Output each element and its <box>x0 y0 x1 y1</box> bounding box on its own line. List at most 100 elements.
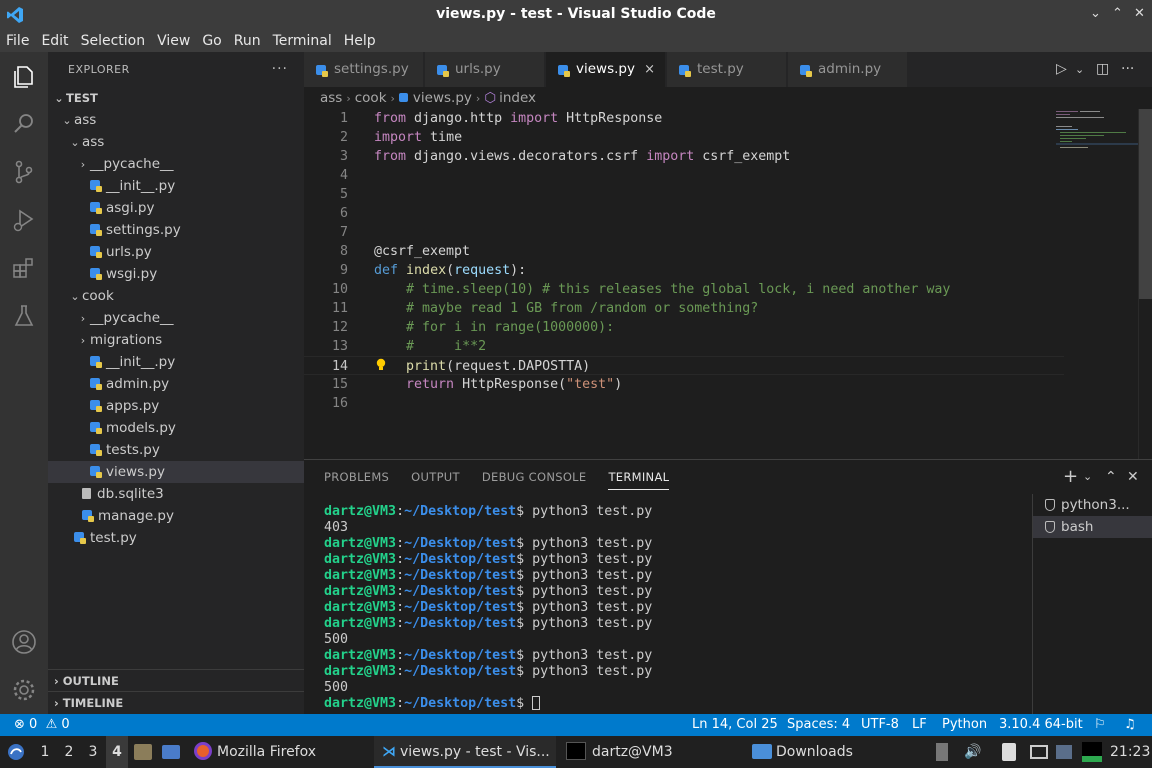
terminal-item-bash[interactable]: bash <box>1033 516 1152 538</box>
python-interpreter[interactable]: 3.10.4 64-bit <box>999 714 1083 736</box>
workspace-4[interactable]: 4 <box>106 736 128 768</box>
tree-file[interactable]: asgi.py <box>48 197 304 219</box>
code-line[interactable]: 16 <box>304 394 1064 413</box>
start-menu-icon[interactable] <box>6 736 28 768</box>
tab-test-py[interactable]: test.py <box>667 52 787 87</box>
settings-gear-icon[interactable] <box>10 676 38 704</box>
code-line[interactable]: 1 from django.http import HttpResponse <box>304 109 1064 128</box>
volume-icon[interactable]: 🔊 <box>964 736 984 768</box>
tree-file[interactable]: settings.py <box>48 219 304 241</box>
explorer-more-actions-button[interactable]: ··· <box>272 52 288 87</box>
tab-settings-py[interactable]: settings.py <box>304 52 424 87</box>
search-icon[interactable] <box>10 110 38 138</box>
editor-vertical-scrollbar[interactable] <box>1138 109 1152 459</box>
language-mode[interactable]: Python <box>942 714 987 736</box>
file-manager-launcher-icon[interactable] <box>134 736 156 768</box>
network-icon[interactable] <box>1030 736 1050 768</box>
maximize-panel-icon[interactable]: ⌃ <box>1105 460 1117 494</box>
workspace-1[interactable]: 1 <box>34 736 56 768</box>
tree-file[interactable]: __init__.py <box>48 351 304 373</box>
minimize-button[interactable]: ⌄ <box>1090 6 1101 21</box>
menu-run[interactable]: Run <box>228 33 267 49</box>
menu-selection[interactable]: Selection <box>75 33 152 49</box>
tree-folder[interactable]: ⌄ cook <box>48 285 304 307</box>
timeline-section-header[interactable]: › TIMELINE <box>48 691 304 713</box>
tab-admin-py[interactable]: admin.py <box>788 52 908 87</box>
code-line[interactable]: 5 <box>304 185 1064 204</box>
tree-folder[interactable]: ⌄ ass <box>48 131 304 153</box>
tree-folder[interactable]: ⌄ ass <box>48 109 304 131</box>
code-line[interactable]: 8 @csrf_exempt <box>304 242 1064 261</box>
menu-view[interactable]: View <box>151 33 196 49</box>
explorer-icon[interactable] <box>10 62 38 90</box>
menu-file[interactable]: File <box>0 33 35 49</box>
encoding-status[interactable]: UTF-8 <box>861 714 899 736</box>
code-line[interactable]: 13 # i**2 <box>304 337 1064 356</box>
close-panel-icon[interactable]: ✕ <box>1127 460 1139 494</box>
code-line[interactable]: 10 # time.sleep(10) # this releases the … <box>304 280 1064 299</box>
terminal-dropdown-icon[interactable]: ⌄ <box>1083 460 1092 494</box>
tree-file[interactable]: test.py <box>48 527 304 549</box>
scrollbar-thumb[interactable] <box>1139 109 1152 299</box>
menu-help[interactable]: Help <box>338 33 382 49</box>
feedback-icon[interactable]: ⚐ <box>1094 714 1106 736</box>
tree-file[interactable]: models.py <box>48 417 304 439</box>
tree-file[interactable]: apps.py <box>48 395 304 417</box>
tree-folder[interactable]: › migrations <box>48 329 304 351</box>
tree-folder[interactable]: › __pycache__ <box>48 153 304 175</box>
tab-output[interactable]: OUTPUT <box>411 460 460 494</box>
menu-edit[interactable]: Edit <box>35 33 74 49</box>
tab-terminal[interactable]: TERMINAL <box>608 460 670 494</box>
code-line[interactable]: 4 <box>304 166 1064 185</box>
tree-file[interactable]: tests.py <box>48 439 304 461</box>
minimap[interactable] <box>1056 109 1138 169</box>
workspace-3[interactable]: 3 <box>82 736 104 768</box>
terminal-output[interactable]: dartz@VM3:~/Desktop/test$ python3 test.p… <box>324 504 1024 712</box>
tab-problems[interactable]: PROBLEMS <box>324 460 389 494</box>
tree-file[interactable]: __init__.py <box>48 175 304 197</box>
run-python-file-icon[interactable]: ▷ <box>1056 52 1067 87</box>
taskbar-app-vscode[interactable]: ⋊ views.py - test - Vis... <box>374 736 556 768</box>
tab-urls-py[interactable]: urls.py <box>425 52 545 87</box>
code-line[interactable]: 7 <box>304 223 1064 242</box>
tab-debug-console[interactable]: DEBUG CONSOLE <box>482 460 587 494</box>
taskbar-app-firefox[interactable]: Mozilla Firefox <box>194 736 364 768</box>
tree-file[interactable]: views.py <box>48 461 304 483</box>
close-window-button[interactable]: ✕ <box>1134 6 1145 21</box>
taskbar-app-terminal[interactable]: dartz@VM3 <box>566 736 736 768</box>
code-line[interactable]: 2 import time <box>304 128 1064 147</box>
eol-status[interactable]: LF <box>912 714 927 736</box>
notifications-bell-icon[interactable]: ♫ <box>1124 714 1136 736</box>
tab-views-py[interactable]: views.py × <box>546 52 666 87</box>
display-icon[interactable] <box>1056 736 1076 768</box>
breadcrumb-views-py[interactable]: views.py <box>413 90 472 106</box>
breadcrumb-index[interactable]: index <box>499 90 536 106</box>
run-debug-icon[interactable] <box>10 206 38 234</box>
extensions-icon[interactable] <box>10 254 38 282</box>
tree-file[interactable]: urls.py <box>48 241 304 263</box>
tree-folder[interactable]: › __pycache__ <box>48 307 304 329</box>
menu-go[interactable]: Go <box>196 33 227 49</box>
maximize-button[interactable]: ⌃ <box>1112 6 1123 21</box>
code-line[interactable]: 12 # for i in range(1000000): <box>304 318 1064 337</box>
indentation-status[interactable]: Spaces: 4 <box>787 714 850 736</box>
run-dropdown-icon[interactable]: ⌄ <box>1075 52 1084 87</box>
more-actions-icon[interactable]: ··· <box>1121 52 1134 87</box>
new-terminal-icon[interactable]: + <box>1063 460 1078 494</box>
tree-file[interactable]: wsgi.py <box>48 263 304 285</box>
tree-file[interactable]: db.sqlite3 <box>48 483 304 505</box>
outline-section-header[interactable]: › OUTLINE <box>48 669 304 691</box>
split-editor-icon[interactable]: ◫ <box>1096 52 1109 87</box>
tree-file[interactable]: manage.py <box>48 505 304 527</box>
clock[interactable]: 21:23 <box>1110 736 1150 768</box>
source-control-icon[interactable] <box>10 158 38 186</box>
code-line[interactable]: 9 def index(request): <box>304 261 1064 280</box>
code-line[interactable]: 11 # maybe read 1 GB from /random or som… <box>304 299 1064 318</box>
code-line[interactable]: 14 print(request.DAPOSTTA) <box>304 356 1064 375</box>
cursor-position[interactable]: Ln 14, Col 25 <box>692 714 778 736</box>
close-tab-icon[interactable]: × <box>644 52 655 87</box>
breadcrumb-ass[interactable]: ass <box>320 90 342 106</box>
workspace-2[interactable]: 2 <box>58 736 80 768</box>
terminal-item-python3[interactable]: python3... <box>1033 494 1152 516</box>
tree-file[interactable]: admin.py <box>48 373 304 395</box>
